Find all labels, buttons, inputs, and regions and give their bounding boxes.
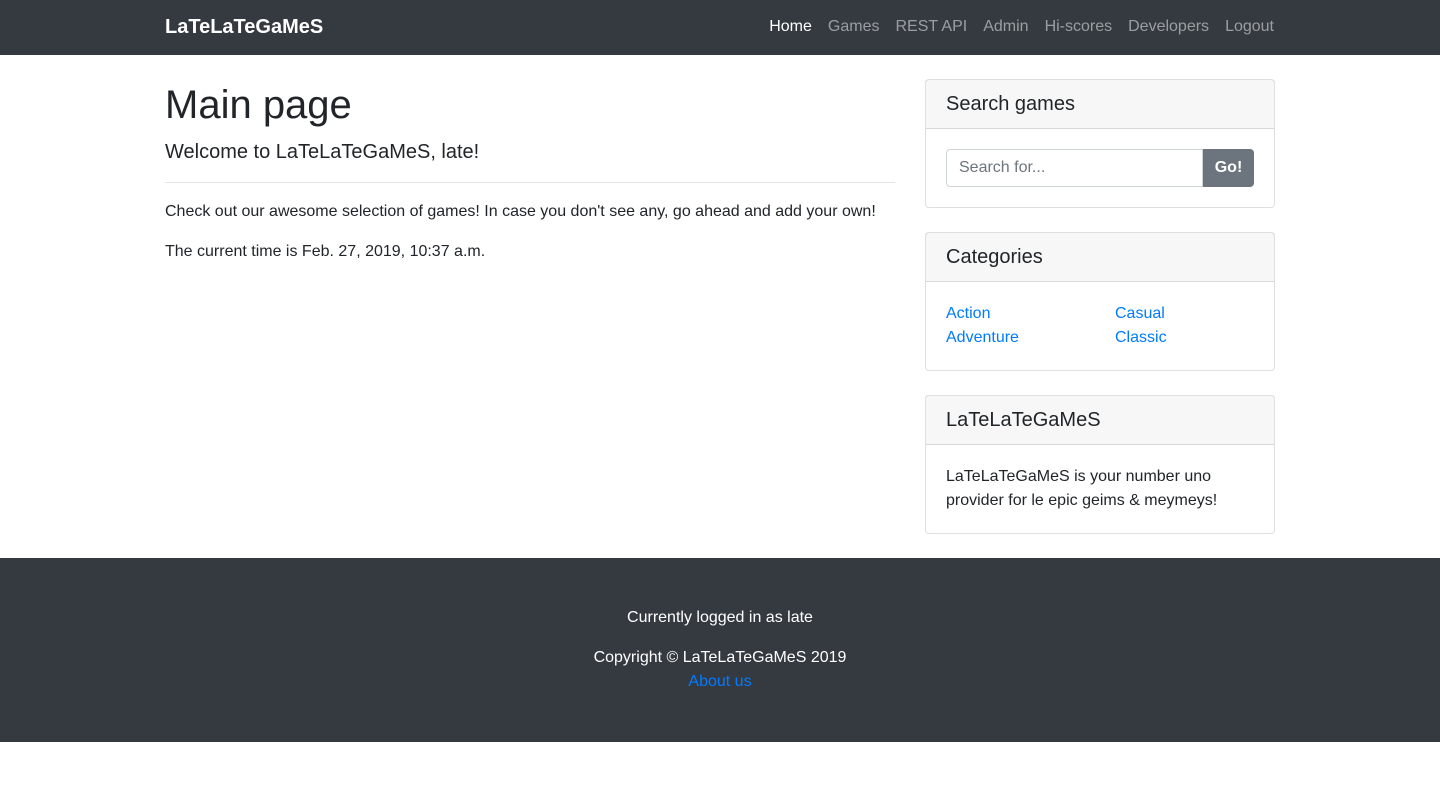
nav-link-hi-scores[interactable]: Hi-scores — [1045, 15, 1113, 39]
categories-card-header: Categories — [926, 233, 1274, 282]
nav-link-games[interactable]: Games — [828, 15, 880, 39]
search-input-group: Go! — [946, 149, 1254, 187]
search-card-header: Search games — [926, 80, 1274, 129]
current-time-text: The current time is Feb. 27, 2019, 10:37… — [165, 243, 486, 260]
about-us-link[interactable]: About us — [688, 673, 751, 690]
categories-list: Action Casual Adventure Classic — [926, 282, 1274, 350]
nav-link-developers[interactable]: Developers — [1128, 15, 1209, 39]
search-go-button[interactable]: Go! — [1203, 149, 1254, 187]
search-card-body: Go! — [926, 129, 1274, 207]
about-card-body: LaTeLaTeGaMeS is your number uno provide… — [926, 445, 1274, 533]
category-link-action[interactable]: Action — [946, 302, 1115, 326]
footer-about-wrapper: About us — [0, 670, 1440, 694]
search-input[interactable] — [946, 149, 1203, 187]
nav-link-home[interactable]: Home — [769, 15, 812, 39]
nav-link-logout[interactable]: Logout — [1225, 15, 1274, 39]
logged-in-text: Currently logged in as late — [627, 609, 813, 626]
brand-link[interactable]: LaTeLaTeGaMeS — [165, 13, 323, 41]
copyright-text: Copyright © LaTeLaTeGaMeS 2019 — [593, 649, 847, 666]
nav-links: Home Games REST API Admin Hi-scores Deve… — [753, 15, 1274, 39]
welcome-lead: Welcome to LaTeLaTeGaMeS, late! — [165, 141, 480, 163]
category-link-adventure[interactable]: Adventure — [946, 326, 1115, 350]
about-card-header: LaTeLaTeGaMeS — [926, 396, 1274, 445]
search-card: Search games Go! — [925, 79, 1275, 208]
about-card: LaTeLaTeGaMeS LaTeLaTeGaMeS is your numb… — [925, 395, 1275, 534]
main-content: Main page Welcome to LaTeLaTeGaMeS, late… — [165, 79, 895, 264]
category-link-classic[interactable]: Classic — [1115, 326, 1254, 350]
categories-card: Categories Action Casual Adventure Class… — [925, 232, 1275, 371]
footer: Currently logged in as late Copyright © … — [0, 558, 1440, 742]
category-link-casual[interactable]: Casual — [1115, 302, 1254, 326]
about-card-text: LaTeLaTeGaMeS is your number uno provide… — [946, 468, 1218, 509]
divider — [165, 182, 895, 183]
nav-link-rest-api[interactable]: REST API — [895, 15, 967, 39]
intro-paragraph: Check out our awesome selection of games… — [165, 203, 876, 220]
nav-link-admin[interactable]: Admin — [983, 15, 1028, 39]
top-navbar: LaTeLaTeGaMeS Home Games REST API Admin … — [0, 0, 1440, 55]
page-title: Main page — [165, 83, 352, 127]
